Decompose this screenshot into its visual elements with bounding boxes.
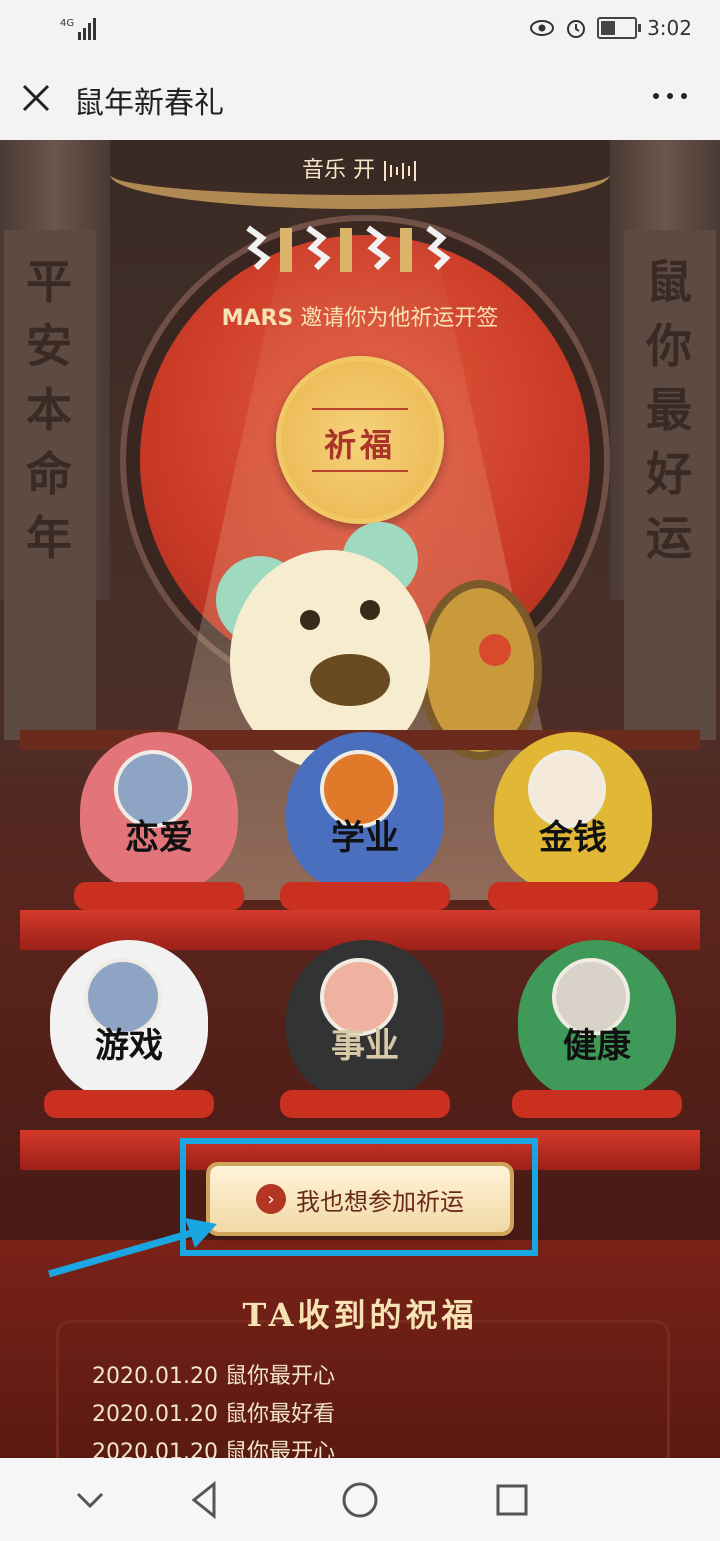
daruma-money[interactable]: 金钱 bbox=[488, 732, 658, 910]
close-icon[interactable] bbox=[18, 80, 54, 116]
tassel-decoration bbox=[246, 225, 451, 272]
avatar bbox=[114, 750, 192, 828]
signal-icon: 4G bbox=[60, 18, 96, 40]
daruma-label: 学业 bbox=[331, 818, 399, 858]
avatar bbox=[552, 958, 630, 1036]
daruma-label: 健康 bbox=[563, 1026, 631, 1066]
cushion bbox=[44, 1090, 214, 1118]
inviter-name: MARS bbox=[221, 306, 294, 331]
blessing-title: TA收到的祝福 bbox=[242, 1296, 478, 1334]
title-bar: 鼠年新春礼 bbox=[0, 56, 720, 140]
page-title: 鼠年新春礼 bbox=[74, 86, 224, 121]
highlight-box bbox=[180, 1138, 538, 1256]
cushion bbox=[488, 882, 658, 910]
navigation-bar bbox=[0, 1458, 720, 1541]
coin-label: 祈福 bbox=[323, 426, 396, 464]
pointer-arrow bbox=[48, 1218, 217, 1278]
daruma-game[interactable]: 游戏 bbox=[44, 940, 214, 1118]
daruma-career[interactable]: 事业 bbox=[280, 940, 450, 1118]
daruma-love[interactable]: 恋爱 bbox=[74, 732, 244, 910]
coin-line-top bbox=[312, 408, 408, 410]
invite-message: MARS 邀请你为他祈运开签 bbox=[0, 300, 720, 332]
daruma-label: 事业 bbox=[331, 1026, 399, 1066]
clock: 3:02 bbox=[647, 16, 692, 40]
coin-line-bottom bbox=[312, 470, 408, 472]
blessing-item: 2020.01.20 鼠你最好看 bbox=[92, 1402, 335, 1427]
back-icon[interactable] bbox=[184, 1478, 228, 1522]
battery-icon bbox=[597, 17, 642, 39]
cushion bbox=[512, 1090, 682, 1118]
cushion bbox=[74, 882, 244, 910]
daruma-study[interactable]: 学业 bbox=[280, 732, 450, 910]
recents-icon[interactable] bbox=[490, 1478, 534, 1522]
invite-text: 邀请你为他祈运开签 bbox=[293, 306, 499, 331]
home-icon[interactable] bbox=[338, 1478, 382, 1522]
alarm-icon bbox=[567, 20, 586, 38]
sound-wave-icon bbox=[384, 161, 416, 181]
cushion bbox=[280, 1090, 450, 1118]
daruma-face bbox=[528, 750, 606, 828]
avatar bbox=[84, 958, 162, 1036]
avatar bbox=[320, 958, 398, 1036]
network-type: 4G bbox=[60, 18, 74, 29]
blessing-item: 2020.01.20 鼠你最开心 bbox=[92, 1440, 335, 1458]
daruma-health[interactable]: 健康 bbox=[512, 940, 682, 1118]
status-bar: 4G 3:02 bbox=[0, 0, 720, 56]
avatar bbox=[320, 750, 398, 828]
daruma-label: 金钱 bbox=[539, 818, 607, 858]
chevron-down-icon[interactable] bbox=[68, 1478, 112, 1522]
daruma-label: 恋爱 bbox=[125, 818, 193, 858]
eye-icon bbox=[530, 20, 555, 36]
music-toggle[interactable]: 音乐 开 bbox=[0, 152, 720, 184]
game-scene: 平安本命年 鼠你最好运 音乐 开 MARS 邀请你为他祈运开签 祈福 恋爱 学业… bbox=[0, 140, 720, 1458]
blessing-item: 2020.01.20 鼠你最开心 bbox=[92, 1364, 335, 1389]
more-options-icon[interactable] bbox=[650, 86, 690, 106]
bless-coin-button[interactable]: 祈福 bbox=[276, 356, 444, 524]
cushion bbox=[280, 882, 450, 910]
daruma-label: 游戏 bbox=[95, 1026, 163, 1066]
music-label: 音乐 开 bbox=[302, 158, 375, 183]
